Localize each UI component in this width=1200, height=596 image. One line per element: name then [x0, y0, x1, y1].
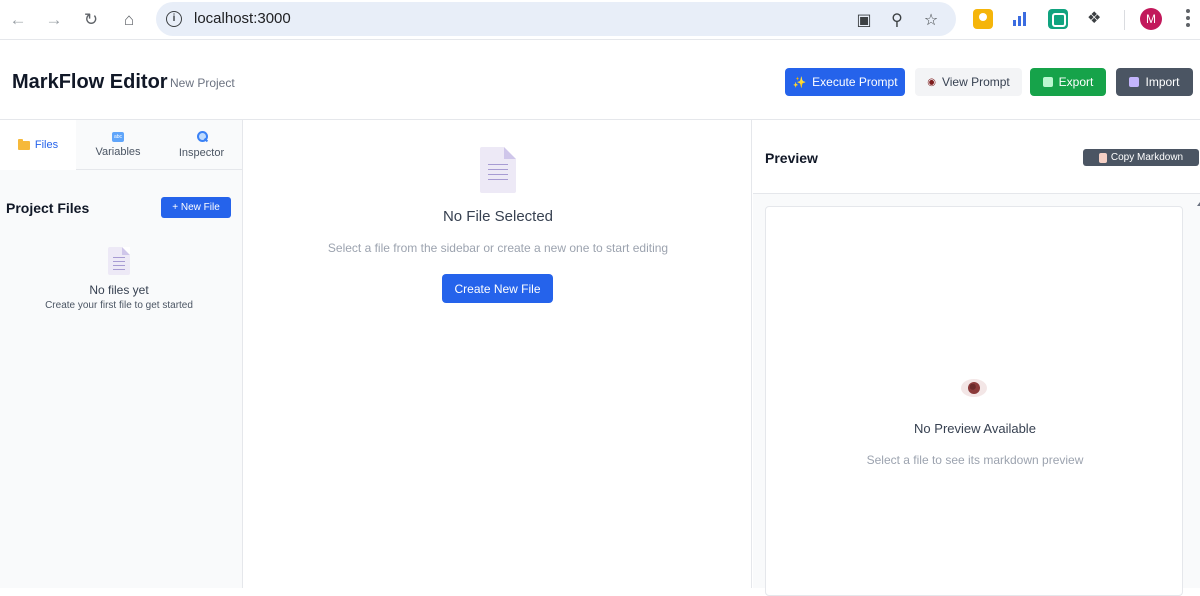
- no-preview-title: No Preview Available: [914, 421, 1036, 436]
- browser-toolbar: ← → ↻ ⌂ i localhost:3000 ▣ ⚲ ☆ ❖ M: [0, 0, 1200, 40]
- preview-header: Preview Copy Markdown: [753, 120, 1200, 194]
- back-arrow-icon[interactable]: ←: [6, 8, 30, 32]
- tab-inspector[interactable]: Inspector: [160, 120, 243, 170]
- no-file-selected-subtitle: Select a file from the sidebar or create…: [327, 241, 669, 255]
- copy-markdown-button[interactable]: Copy Markdown: [1083, 149, 1199, 166]
- import-label: Import: [1145, 75, 1180, 89]
- no-files-subtitle: Create your first file to get started: [45, 300, 193, 311]
- no-files-title: No files yet: [89, 283, 149, 297]
- tab-variables-label: Variables: [95, 146, 141, 158]
- zoom-icon[interactable]: ⚲: [887, 10, 907, 30]
- copy-markdown-label: Copy Markdown: [1110, 152, 1184, 163]
- bookmark-star-icon[interactable]: ☆: [921, 10, 941, 30]
- create-new-file-button[interactable]: Create New File: [442, 274, 553, 303]
- execute-prompt-button[interactable]: ✨ Execute Prompt: [785, 68, 905, 96]
- clipboard-icon: [1098, 152, 1107, 163]
- install-app-icon[interactable]: ▣: [854, 10, 874, 30]
- document-icon: [480, 147, 516, 193]
- url-text[interactable]: localhost:3000: [194, 10, 291, 27]
- project-files-title: Project Files: [6, 200, 90, 216]
- tab-variables[interactable]: abc Variables: [76, 120, 160, 170]
- abc-icon: abc: [112, 132, 124, 142]
- home-icon[interactable]: ⌂: [117, 8, 141, 32]
- export-icon: [1042, 77, 1053, 87]
- eye-icon: [961, 379, 987, 397]
- no-file-selected-title: No File Selected: [442, 208, 554, 225]
- import-button[interactable]: Import: [1116, 68, 1193, 96]
- preview-title: Preview: [765, 150, 818, 166]
- extension-chatgpt-icon[interactable]: [1048, 9, 1068, 29]
- sidebar: Files abc Variables Inspector Project Fi…: [0, 120, 243, 588]
- address-bar[interactable]: i localhost:3000 ▣ ⚲ ☆: [156, 2, 956, 36]
- reload-icon[interactable]: ↻: [79, 8, 103, 32]
- tab-files[interactable]: Files: [0, 120, 76, 170]
- export-label: Export: [1058, 75, 1094, 89]
- execute-prompt-label: Execute Prompt: [812, 75, 898, 89]
- profile-avatar[interactable]: M: [1140, 8, 1162, 30]
- magnifier-icon: [196, 131, 208, 143]
- view-prompt-button[interactable]: ◉ View Prompt: [915, 68, 1022, 96]
- sidebar-tabs: Files abc Variables Inspector: [0, 120, 243, 170]
- preview-content: No Preview Available Select a file to se…: [765, 206, 1183, 596]
- export-button[interactable]: Export: [1030, 68, 1106, 96]
- app-header: MarkFlow Editor New Project ✨ Execute Pr…: [0, 43, 1200, 120]
- no-preview-subtitle: Select a file to see its markdown previe…: [866, 453, 1084, 467]
- more-menu-icon[interactable]: [1186, 9, 1190, 30]
- preview-pane: Preview Copy Markdown No Preview Availab…: [753, 120, 1200, 596]
- project-name: New Project: [170, 76, 235, 90]
- import-icon: [1129, 77, 1140, 87]
- folder-icon: [17, 138, 30, 150]
- forward-arrow-icon[interactable]: →: [42, 8, 66, 32]
- view-prompt-label: View Prompt: [941, 75, 1010, 89]
- editor-pane: No File Selected Select a file from the …: [244, 120, 752, 588]
- sparkles-icon: ✨: [792, 76, 807, 89]
- toolbar-divider: [1124, 10, 1125, 30]
- extension-yellow-icon[interactable]: [973, 9, 993, 29]
- document-icon: [108, 247, 130, 275]
- eye-icon: ◉: [927, 76, 936, 88]
- extensions-puzzle-icon[interactable]: ❖: [1087, 8, 1101, 28]
- tab-files-label: Files: [34, 139, 59, 151]
- site-info-icon[interactable]: i: [166, 11, 182, 27]
- extension-bars-icon[interactable]: [1010, 9, 1030, 29]
- app-title: MarkFlow Editor: [12, 71, 168, 93]
- new-file-button[interactable]: + New File: [161, 197, 231, 218]
- tab-inspector-label: Inspector: [178, 147, 225, 159]
